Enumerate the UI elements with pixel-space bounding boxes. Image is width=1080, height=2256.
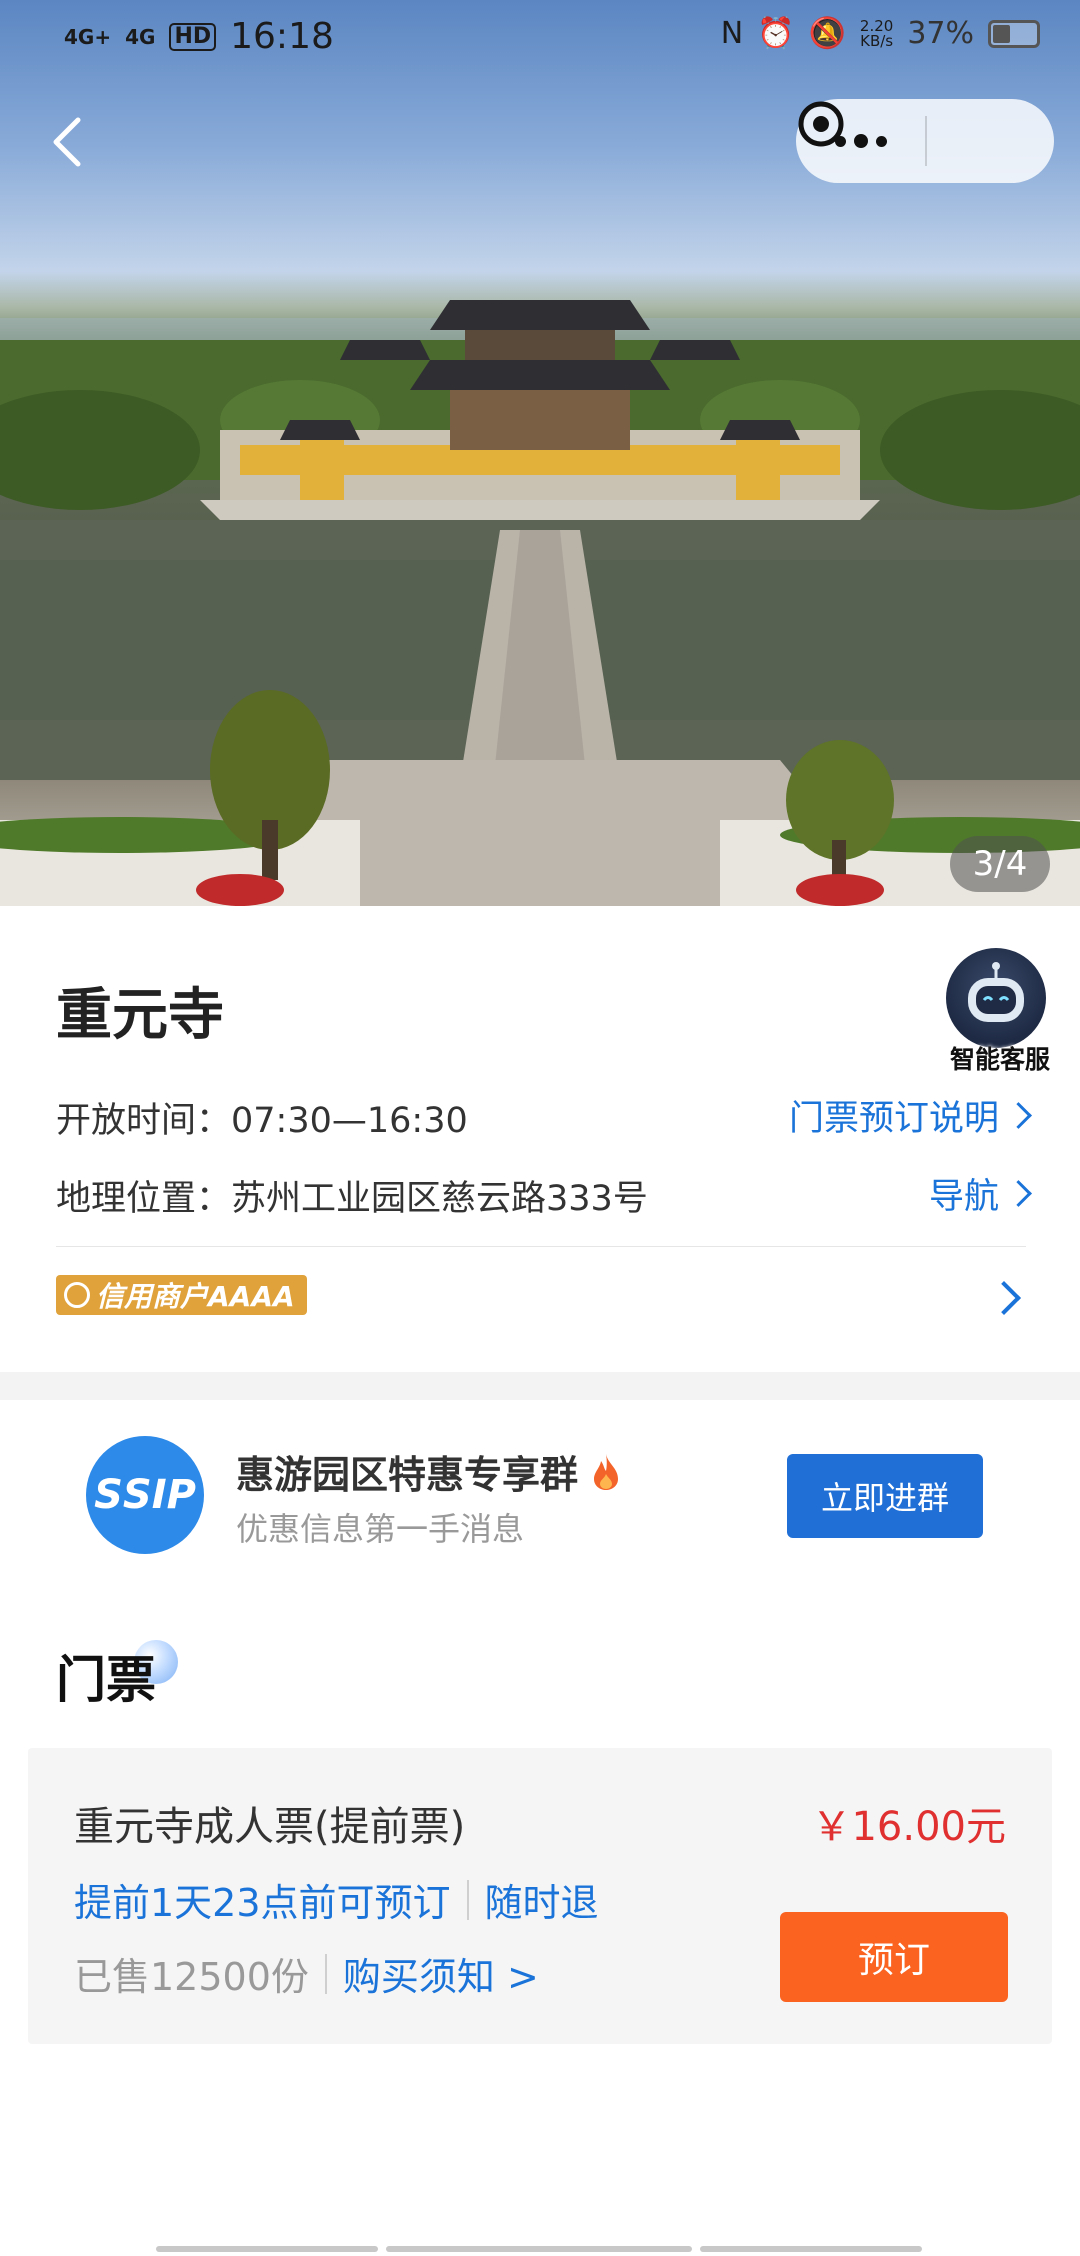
battery-percent: 37% (907, 16, 974, 51)
sip-logo: Ѕ SIP (86, 1436, 204, 1554)
home-indicator-segment (700, 2246, 922, 2252)
hero-image-gallery[interactable]: 4G+ 4G HD 16:18 Ν ⏰ 🔕 2.20 KB/s 37% 3/4 (0, 0, 1080, 906)
robot-avatar-icon (946, 948, 1046, 1048)
purchase-notes-link[interactable]: 购买须知 > (343, 1946, 539, 2001)
group-promo-card: Ѕ SIP 惠游园区特惠专享群 优惠信息第一手消息 立即进群 (0, 1400, 1080, 1620)
ticket-card: 重元寺成人票(提前票) ￥16.00元 提前1天23点前可预订 随时退 已售12… (28, 1748, 1052, 2044)
group-subtitle: 优惠信息第一手消息 (236, 1510, 525, 1548)
hd-voice-icon: HD (169, 22, 217, 51)
chevron-right-icon[interactable] (987, 1281, 1021, 1315)
attraction-title: 重元寺 (56, 983, 224, 1048)
net-speed: 2.20 KB/s (859, 16, 894, 50)
sip-logo-s-icon: Ѕ (94, 1472, 123, 1518)
signal-4g-plus-icon: 4G+ (64, 24, 112, 49)
back-button[interactable] (40, 112, 100, 172)
signal-4g-icon: 4G (125, 24, 156, 49)
fire-icon (594, 1453, 619, 1490)
smart-service-button[interactable]: 智能客服 (940, 948, 1060, 1078)
target-circle-icon (798, 101, 844, 147)
status-bar: 4G+ 4G HD 16:18 Ν ⏰ 🔕 2.20 KB/s 37% (0, 0, 1080, 76)
ticket-tags: 提前1天23点前可预订 随时退 (74, 1872, 599, 1927)
book-button[interactable]: 预订 (780, 1912, 1008, 2002)
alarm-icon: ⏰ (757, 16, 795, 51)
chevron-left-icon (53, 117, 81, 167)
smart-service-label: 智能客服 (949, 1045, 1050, 1074)
opening-hours-row: 开放时间：07:30—16:30 (56, 1092, 468, 1143)
refund-anytime-tag: 随时退 (484, 1881, 599, 1925)
join-group-button[interactable]: 立即进群 (787, 1454, 983, 1538)
credit-merchant-badge[interactable]: 信用商户AAAA (56, 1275, 307, 1315)
battery-icon (988, 19, 1040, 48)
sold-count: 已售12500份 (74, 1955, 309, 1999)
home-indicator-segment (156, 2246, 378, 2252)
ticket-price: ￥16.00元 (811, 1804, 1006, 1850)
chevron-right-icon (1005, 1102, 1032, 1129)
status-time: 16:18 (230, 16, 334, 57)
tickets-section-title: 门票 (56, 1651, 156, 1709)
navigate-link[interactable]: 导航 (929, 1168, 1032, 1219)
tag-separator (466, 1879, 469, 1920)
location-row: 地理位置：苏州工业园区慈云路333号 (56, 1170, 648, 1221)
image-counter: 3/4 (950, 836, 1050, 892)
home-indicator-segment (386, 2246, 692, 2252)
hours-value: 07:30—16:30 (231, 1101, 468, 1141)
advance-booking-tag: 提前1天23点前可预订 (74, 1881, 451, 1925)
mute-bell-icon: 🔕 (808, 16, 846, 51)
group-title: 惠游园区特惠专享群 (236, 1444, 622, 1499)
chevron-right-icon (1005, 1180, 1032, 1207)
attraction-info: 重元寺 智能客服 开放时间：07:30—16:30 门票预订说明 地理位置：苏州… (0, 906, 1080, 1372)
meta-separator (324, 1953, 327, 1994)
ticket-notes-link[interactable]: 门票预订说明 (789, 1090, 1032, 1141)
location-label: 地理位置： (56, 1179, 232, 1219)
miniprogram-capsule (796, 99, 1054, 183)
credit-icon (64, 1282, 90, 1308)
divider (56, 1246, 1026, 1247)
hours-label: 开放时间： (56, 1101, 232, 1141)
section-gap (0, 1372, 1080, 1400)
location-value: 苏州工业园区慈云路333号 (231, 1179, 648, 1219)
nfc-icon: Ν (720, 16, 744, 51)
ticket-meta: 已售12500份 购买须知 > (74, 1946, 539, 2001)
ticket-name: 重元寺成人票(提前票) (74, 1804, 466, 1850)
close-miniprogram-button[interactable] (798, 99, 1054, 183)
